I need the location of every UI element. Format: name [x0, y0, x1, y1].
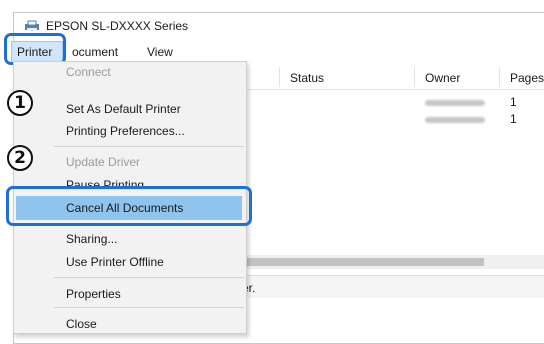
pages-cell: 1 [510, 95, 517, 109]
menu-item-close[interactable]: Close [66, 317, 97, 331]
menu-item-printing-preferences[interactable]: Printing Preferences... [66, 124, 185, 138]
menu-item-connect: Connect [66, 65, 111, 79]
menu-item-update-driver: Update Driver [66, 155, 141, 169]
window-title: EPSON SL-DXXXX Series [46, 19, 189, 33]
scrollbar-thumb[interactable] [234, 258, 484, 266]
menu-document[interactable]: ocument [72, 45, 118, 59]
column-header-owner[interactable]: Owner [425, 71, 460, 85]
menu-separator [54, 307, 244, 308]
owner-cell-blurred [425, 100, 485, 106]
menu-bar: Printer ocument View [11, 41, 544, 63]
cancel-all-highlight-ring [6, 186, 252, 226]
horizontal-scrollbar[interactable] [234, 255, 544, 269]
column-header-pages[interactable]: Pages [510, 71, 544, 85]
column-header-status[interactable]: Status [290, 71, 324, 85]
menu-item-sharing[interactable]: Sharing... [66, 232, 117, 246]
column-separator [414, 67, 415, 87]
menu-item-properties[interactable]: Properties [66, 287, 121, 301]
printer-icon [25, 20, 39, 31]
title-bar: EPSON SL-DXXXX Series [14, 13, 544, 39]
column-separator [279, 67, 280, 87]
menu-separator [54, 146, 244, 147]
callout-number-one: 1 [7, 90, 33, 116]
owner-cell-blurred [425, 117, 485, 123]
callout-number-two: 2 [7, 145, 33, 171]
menu-item-use-printer-offline[interactable]: Use Printer Offline [66, 255, 164, 269]
column-separator [499, 67, 500, 87]
menu-view[interactable]: View [147, 45, 173, 59]
menu-separator [54, 277, 244, 278]
pages-cell: 1 [510, 112, 517, 126]
menu-item-set-default-printer[interactable]: Set As Default Printer [66, 102, 181, 116]
